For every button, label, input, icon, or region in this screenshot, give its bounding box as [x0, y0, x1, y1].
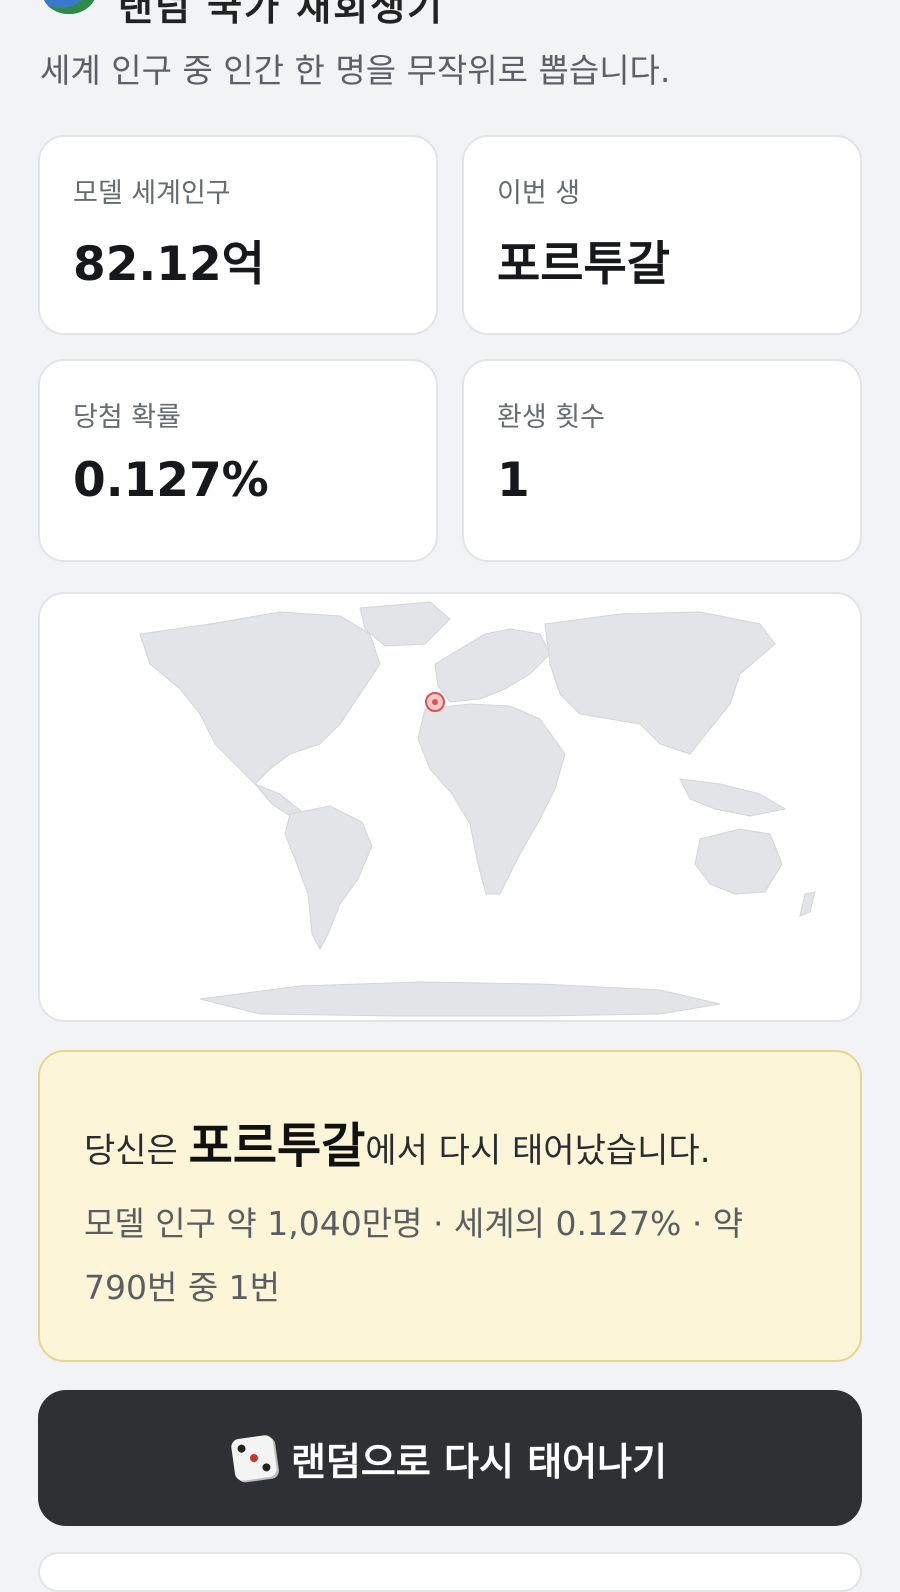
continent-new-zealand [799, 891, 816, 917]
continent-north-america [139, 611, 381, 785]
continent-greenland [359, 601, 451, 647]
world-map-card [38, 592, 862, 1022]
globe-icon [42, 0, 96, 14]
continent-south-america [284, 805, 373, 951]
stat-label: 모델 세계인구 [73, 178, 231, 209]
app-header: 랜덤 국가 재회생기 [0, 0, 900, 29]
stat-label: 환생 횟수 [497, 402, 605, 433]
result-suffix: 에서 다시 태어났습니다. [365, 1131, 711, 1171]
result-country: 포르투갈 [188, 1118, 366, 1174]
stat-card-rebirth-count: 환생 횟수 1 [462, 359, 862, 562]
continent-africa [417, 703, 566, 895]
continent-se-asia [679, 778, 787, 817]
result-headline: 당신은 포르투갈에서 다시 태어났습니다. [84, 1106, 711, 1176]
result-prefix: 당신은 [84, 1131, 189, 1171]
continent-australia [694, 828, 783, 895]
result-card: 당신은 포르투갈에서 다시 태어났습니다. 모델 인구 약 1,040만명 · … [38, 1050, 862, 1362]
page-subtitle: 세계 인구 중 인간 한 명을 무작위로 뽑습니다. [40, 51, 671, 90]
stat-label: 당첨 확률 [73, 402, 181, 433]
next-card [38, 1552, 862, 1592]
continent-europe [434, 628, 551, 703]
stat-card-probability: 당첨 확률 0.127% [38, 359, 438, 562]
stat-value: 0.127% [73, 453, 269, 508]
reroll-label: 랜덤으로 다시 태어나기 [290, 1439, 668, 1484]
result-detail: 모델 인구 약 1,040만명 · 세계의 0.127% · 약 790번 중 … [84, 1204, 744, 1307]
reroll-button[interactable]: 랜덤으로 다시 태어나기 [38, 1390, 862, 1526]
dice-icon [230, 1434, 278, 1482]
stat-value: 1 [497, 453, 530, 508]
world-map [139, 601, 816, 1017]
continent-asia [544, 611, 776, 755]
stat-card-world-population: 모델 세계인구 82.12억 [38, 135, 438, 335]
stat-card-this-life: 이번 생 포르투갈 [462, 135, 862, 335]
stat-value: 포르투갈 [497, 237, 670, 292]
stat-label: 이번 생 [497, 178, 581, 209]
stat-value: 82.12억 [73, 237, 265, 292]
location-marker [425, 692, 445, 712]
continent-central-america [254, 783, 304, 817]
app-title: 랜덤 국가 재회생기 [118, 0, 445, 29]
continent-antarctica [199, 981, 721, 1017]
